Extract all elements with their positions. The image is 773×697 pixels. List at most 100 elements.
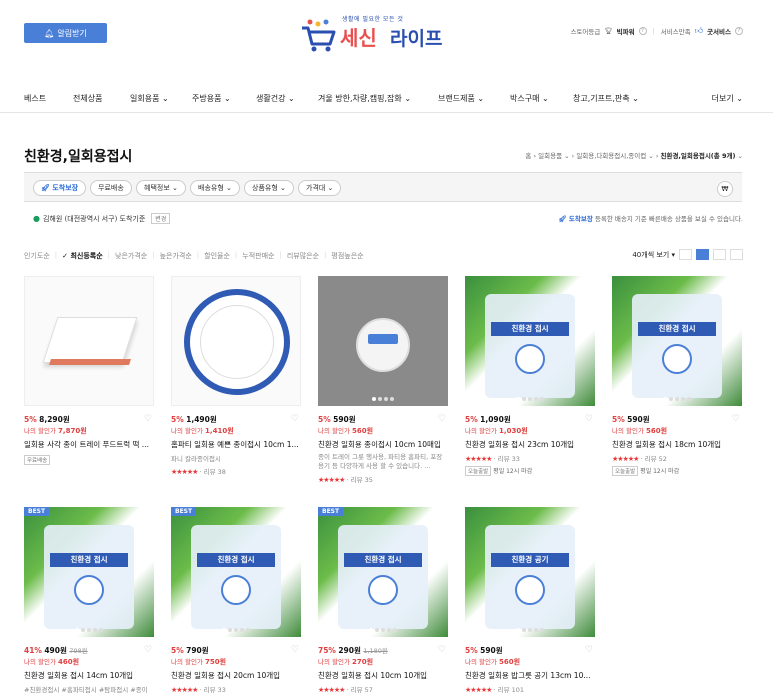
product-name[interactable]: 친환경 일회용 밥그릇 공기 13cm 10... [465,670,595,681]
store-logo[interactable]: 생활에 필요한 모든 것 세신 라이프 [300,12,470,52]
product-card[interactable]: 5% 590원 ♡ 나의 할인가 560원 친환경 일회용 종이접시 10cm 1… [318,276,448,484]
sort-price-high[interactable]: 높은가격순 [160,251,192,261]
product-image[interactable]: 친환경 접시 BEST [171,507,301,637]
nav-item-winter[interactable]: 겨울 방한,차량,캠핑,잡화 ⌄ [318,93,411,104]
filter-delivery-type[interactable]: 배송유형 ⌄ [190,180,240,196]
view-grid-icon[interactable] [696,249,709,260]
service-label: 서비스만족 [660,28,691,36]
best-badge: BEST [24,507,50,516]
product-card[interactable]: 친환경 접시 5% 590원 ♡ 나의 할인가 560원 친환경 일회용 접시 1… [612,276,742,476]
product-card[interactable]: 친환경 접시 BEST 41% 490원 798원 ♡ 나의 할인가 460원 친… [24,507,154,694]
product-subtitle: 파니 칼라종이접시 [171,455,221,463]
sort-rating[interactable]: 평점높은순 [331,251,363,261]
sort-popular[interactable]: 인기도순 [24,251,50,261]
product-name[interactable]: 친환경 일회용 접시 10cm 10개입 [318,670,448,681]
free-shipping-badge: 무료배송 [24,455,51,465]
image-carousel-dots[interactable] [516,397,544,401]
product-name[interactable]: 친환경 일회용 접시 14cm 10개입 [24,670,154,681]
rocket-note: 🚀︎ 도착보장 등록한 배송지 기준 빠른배송 상품을 보실 수 있습니다. [558,213,743,223]
product-name[interactable]: 친환경 일회용 접시 23cm 10개입 [465,439,595,450]
product-card[interactable]: 친환경 공기 5% 590원 ♡ 나의 할인가 560원 친환경 일회용 밥그릇 … [465,507,595,694]
rocket-label: 🚀︎ 도착보장 [558,215,593,223]
breadcrumb-level-1[interactable]: 일회용품 [538,152,562,160]
breadcrumb-current[interactable]: 친환경,일회용접시(총 9개) [660,152,735,160]
change-location-button[interactable]: 변경 [151,213,171,224]
nav-item-health[interactable]: 생활건강 ⌄ [256,93,295,104]
nav-item-kitchen[interactable]: 주방용품 ⌄ [192,93,231,104]
image-carousel-dots[interactable] [75,628,103,632]
breadcrumb-level-2[interactable]: 일회용,다회용접시,종이컵 [576,152,646,160]
sort-reviews[interactable]: 리뷰많은순 [287,251,319,261]
image-carousel-dots[interactable] [516,628,544,632]
sort-sales[interactable]: 누적판매순 [242,251,274,261]
sort-price-low[interactable]: 낮은가격순 [115,251,147,261]
per-page-select[interactable]: 40개씩 보기 ▾ [632,250,675,260]
filter-product-type[interactable]: 상품유형 ⌄ [244,180,294,196]
image-carousel-dots[interactable] [369,628,397,632]
help-icon[interactable]: ? [638,27,647,35]
service-value: 굿서비스 [707,28,731,36]
sort-newest[interactable]: ✓ 최신등록순 [62,251,103,261]
breadcrumb-home[interactable]: 홈 [525,152,531,160]
filter-benefit[interactable]: 혜택정보 ⌄ [136,180,186,196]
product-card[interactable]: 친환경 접시 5% 1,090원 ♡ 나의 할인가 1,030원 친환경 일회용 … [465,276,595,476]
product-image[interactable]: 친환경 접시 [612,276,742,406]
location-pin-icon: ● [33,214,40,223]
nav-item-best[interactable]: 베스트 [24,93,46,104]
image-carousel-dots[interactable] [222,628,250,632]
heart-icon[interactable]: ♡ [732,414,740,424]
product-image[interactable]: 친환경 접시 BEST [24,507,154,637]
product-image[interactable]: 친환경 공기 [465,507,595,637]
page-title: 친환경,일회용접시 [24,149,133,165]
product-card[interactable]: 친환경 접시 BEST 5% 790원 ♡ 나의 할인가 750원 친환경 일회용… [171,507,301,694]
logo-name-1: 세신 [340,26,377,50]
shipping-note: 오늘출발 평일 12시 마감 [612,466,742,476]
heart-icon[interactable]: ♡ [291,645,299,655]
sort-discount[interactable]: 할인율순 [204,251,230,261]
help-icon[interactable]: ? [735,27,743,35]
product-name[interactable]: 친환경 일회용 접시 18cm 10개입 [612,439,742,450]
my-discount-price: 나의 할인가 560원 [612,427,668,435]
nav-more[interactable]: 더보기 ⌄ [712,93,743,104]
thumbs-up-icon: 👍︎ [694,26,704,35]
image-carousel-dots[interactable] [663,397,691,401]
product-price: 5% 590원 ♡ [318,414,446,424]
heart-icon[interactable]: ♡ [438,414,446,424]
image-carousel-dots[interactable] [372,397,394,401]
heart-icon[interactable]: ♡ [438,645,446,655]
view-list-icon[interactable] [679,249,692,260]
heart-icon[interactable]: ♡ [585,645,593,655]
product-card[interactable]: 5% 1,490원 ♡ 나의 할인가 1,410원 홈파티 일회용 예쁜 종이접시… [171,276,301,476]
product-rating: ★★★★★ · 리뷰 52 [612,455,667,463]
nav-item-all[interactable]: 전체상품 [73,93,102,104]
filter-rocket[interactable]: 🚀︎ 도착보장 [33,180,87,196]
product-name[interactable]: 홈파티 일회용 예쁜 종이접시 10cm 1... [171,439,301,450]
product-card[interactable]: 5% 8,290원 ♡ 나의 할인가 7,870원 일회용 사각 종이 트레이 푸… [24,276,154,465]
view-grid-large-icon[interactable] [713,249,726,260]
view-compact-icon[interactable] [730,249,743,260]
heart-icon[interactable]: ♡ [291,414,299,424]
product-name[interactable]: 친환경 일회용 접시 20cm 10개입 [171,670,301,681]
filter-free-shipping[interactable]: 무료배송 [90,180,132,196]
product-image[interactable] [24,276,154,406]
heart-icon[interactable]: ♡ [144,414,152,424]
product-name[interactable]: 친환경 일회용 종이접시 10cm 10매입 [318,439,448,450]
product-price: 5% 1,490원 ♡ [171,414,299,424]
filter-price-range[interactable]: 가격대 ⌄ [298,180,342,196]
nav-item-disposable[interactable]: 일회용품 ⌄ [130,93,169,104]
currency-icon[interactable]: ₩ [717,181,733,197]
product-subtitle: 종이 트레이 그릇 행사용, 파티용 홈파티, 포장용기 등 다양하게 사용 할… [318,453,443,470]
product-image[interactable]: 친환경 접시 BEST [318,507,448,637]
nav-item-brand[interactable]: 브랜드제품 ⌄ [438,93,484,104]
product-image[interactable] [171,276,301,406]
product-image[interactable]: 친환경 접시 [465,276,595,406]
nav-item-bulk[interactable]: 박스구매 ⌄ [510,93,549,104]
bell-icon: 🔔︎ [44,28,55,38]
notify-button[interactable]: 🔔︎ 알림받기 [24,23,107,43]
nav-item-gift[interactable]: 창고,기프트,판촉 ⌄ [573,93,639,104]
product-name[interactable]: 일회용 사각 종이 트레이 푸드트럭 떡 ... [24,439,154,450]
heart-icon[interactable]: ♡ [585,414,593,424]
heart-icon[interactable]: ♡ [144,645,152,655]
product-image[interactable] [318,276,448,406]
product-card[interactable]: 친환경 접시 BEST 75% 290원 1,180원 ♡ 나의 할인가 270원… [318,507,448,694]
